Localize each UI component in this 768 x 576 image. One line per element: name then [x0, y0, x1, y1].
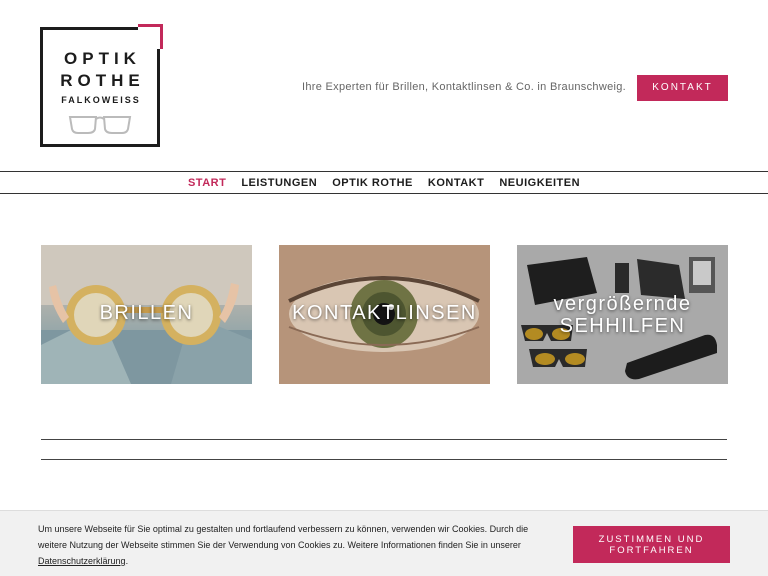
- logo[interactable]: OPTIK ROTHE FALKOWEISS: [40, 24, 163, 147]
- logo-text-optik: OPTIK: [64, 49, 141, 68]
- nav-item-start[interactable]: START: [188, 177, 226, 189]
- tile-sehhilfen[interactable]: vergrößernde SEHHILFEN: [517, 245, 728, 384]
- main-nav: START LEISTUNGEN OPTIK ROTHE KONTAKT NEU…: [0, 171, 768, 194]
- logo-accent-corner: [138, 24, 163, 49]
- nav-item-neuigkeiten[interactable]: NEUIGKEITEN: [499, 177, 580, 189]
- privacy-policy-link[interactable]: Datenschutzerklärung: [38, 556, 126, 566]
- tile-brillen-label: BRILLEN: [99, 302, 194, 324]
- divider-bottom: [41, 459, 727, 460]
- logo-text-falkoweiss: FALKOWEISS: [61, 95, 141, 105]
- accept-cookies-label-line2: FORTFAHREN: [609, 545, 694, 556]
- accept-cookies-label-line1: ZUSTIMMEN UND: [598, 534, 705, 545]
- tile-sehhilfen-label-line1: vergrößernde: [553, 293, 692, 315]
- kontakt-button[interactable]: KONTAKT: [637, 75, 728, 101]
- divider-top: [41, 439, 727, 440]
- nav-item-optik-rothe[interactable]: OPTIK ROTHE: [332, 177, 413, 189]
- tile-brillen[interactable]: BRILLEN: [41, 245, 252, 384]
- tile-kontaktlinsen[interactable]: KONTAKTLINSEN: [279, 245, 490, 384]
- header-tagline: Ihre Experten für Brillen, Kontaktlinsen…: [302, 81, 626, 93]
- cookie-period: .: [125, 556, 129, 566]
- logo-text-rothe: ROTHE: [60, 71, 145, 90]
- accept-cookies-button[interactable]: ZUSTIMMEN UND FORTFAHREN: [573, 526, 730, 563]
- cookie-text: Um unsere Webseite für Sie optimal zu ge…: [38, 521, 548, 569]
- cookie-banner: Um unsere Webseite für Sie optimal zu ge…: [0, 510, 768, 576]
- nav-item-kontakt[interactable]: KONTAKT: [428, 177, 484, 189]
- nav-item-leistungen[interactable]: LEISTUNGEN: [241, 177, 317, 189]
- glasses-icon: [68, 116, 132, 134]
- tile-sehhilfen-label-line2: SEHHILFEN: [559, 315, 686, 337]
- tile-kontaktlinsen-label: KONTAKTLINSEN: [292, 302, 477, 324]
- cookie-message: Um unsere Webseite für Sie optimal zu ge…: [38, 524, 529, 550]
